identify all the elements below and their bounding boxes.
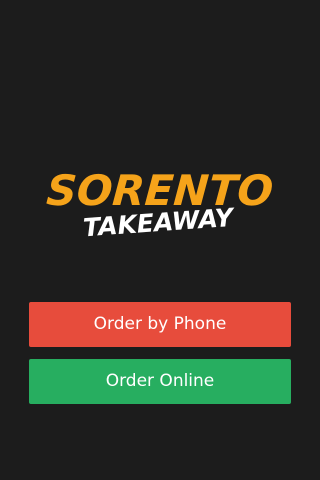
order-by-phone-button[interactable]: Order by Phone — [29, 302, 291, 347]
splash-screen: SORENTO TAKEAWAY Order by Phone Order On… — [0, 0, 320, 480]
sorento-takeaway-logo: SORENTO TAKEAWAY — [0, 160, 320, 240]
order-online-button[interactable]: Order Online — [29, 359, 291, 404]
